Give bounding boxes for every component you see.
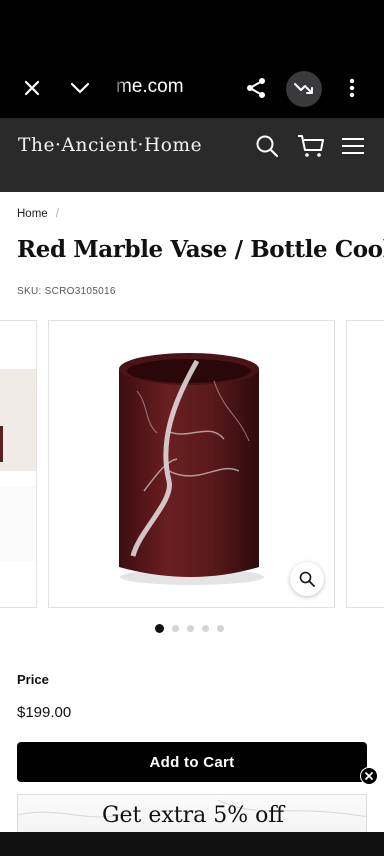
gallery-slide-next[interactable] xyxy=(346,320,384,608)
gallery-dot-2[interactable] xyxy=(172,625,179,632)
promo-text: Get extra 5% off xyxy=(101,803,285,828)
prev-product-image xyxy=(0,369,36,561)
cart-icon[interactable] xyxy=(295,130,327,162)
price-value: $199.00 xyxy=(17,704,72,721)
breadcrumb-home[interactable]: Home xyxy=(17,208,48,220)
more-vert-icon[interactable] xyxy=(334,70,370,106)
gallery-dot-5[interactable] xyxy=(217,625,224,632)
gallery-dot-3[interactable] xyxy=(187,625,194,632)
bottom-bar xyxy=(0,832,384,856)
close-icon[interactable] xyxy=(14,70,50,106)
zoom-icon[interactable] xyxy=(290,562,324,596)
breadcrumb: Home / xyxy=(17,208,59,220)
product-sku: SKU: SCRO3105016 xyxy=(17,286,116,297)
breadcrumb-separator: / xyxy=(55,208,59,220)
gallery-dot-4[interactable] xyxy=(202,625,209,632)
trending-down-icon[interactable] xyxy=(286,71,322,107)
site-logo[interactable]: The·Ancient·Home xyxy=(18,135,202,156)
product-page: Home / Red Marble Vase / Bottle Cooler SK… xyxy=(0,192,384,832)
product-title: Red Marble Vase / Bottle Cooler xyxy=(17,236,384,263)
marble-vase-image xyxy=(119,353,264,585)
share-icon[interactable] xyxy=(238,70,274,106)
chevron-down-icon[interactable] xyxy=(62,70,98,106)
url-fade xyxy=(110,72,128,102)
browser-toolbar: me.com xyxy=(0,0,384,118)
menu-icon[interactable] xyxy=(337,130,369,162)
add-to-cart-button[interactable]: Add to Cart xyxy=(17,742,367,782)
gallery-slide-active[interactable] xyxy=(48,320,335,608)
product-gallery[interactable] xyxy=(0,320,384,608)
gallery-slide-prev[interactable] xyxy=(0,320,37,608)
close-circle-icon[interactable] xyxy=(360,767,378,785)
gallery-dot-1[interactable] xyxy=(155,624,164,633)
search-icon[interactable] xyxy=(251,130,283,162)
promo-banner[interactable]: Get extra 5% off xyxy=(17,794,367,832)
price-label: Price xyxy=(17,672,49,687)
gallery-dots xyxy=(155,624,224,633)
